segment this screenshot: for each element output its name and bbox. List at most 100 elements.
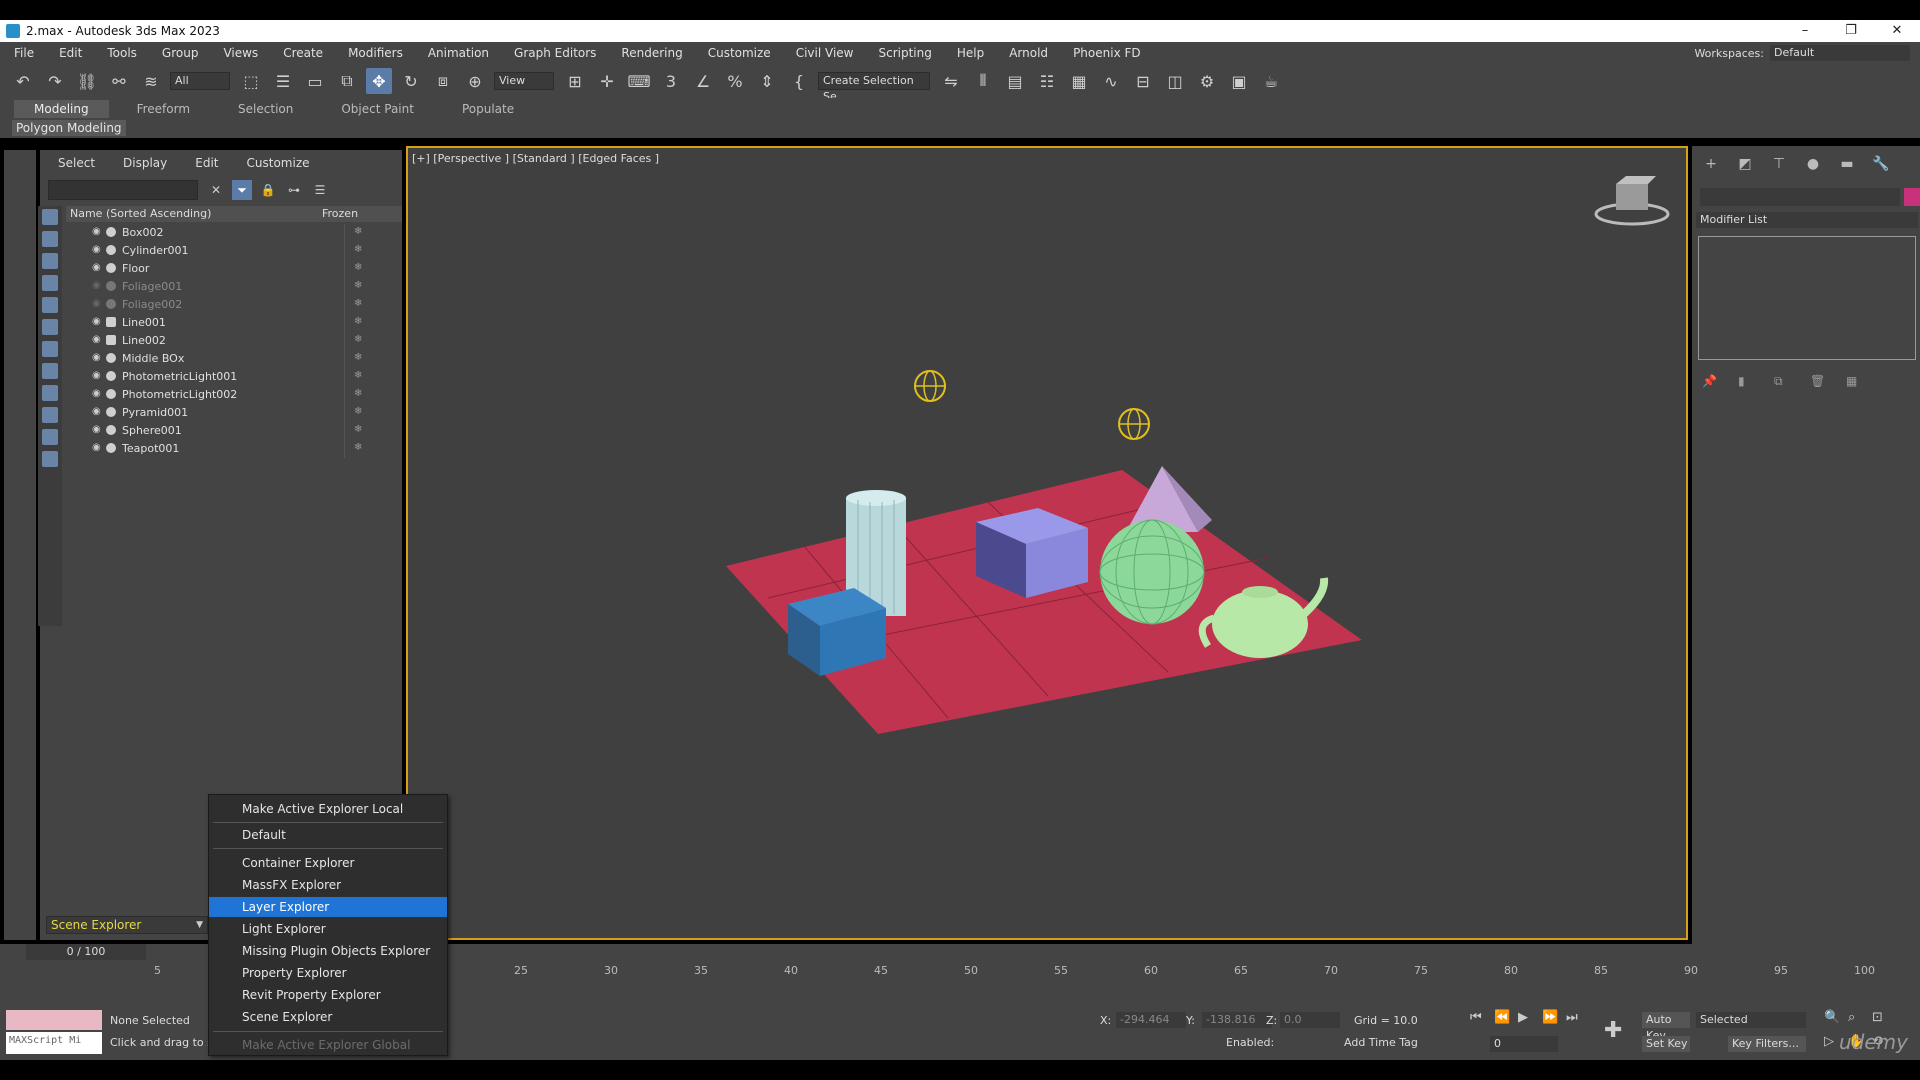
make-unique-icon[interactable]: ⧉ bbox=[1774, 374, 1794, 390]
workspaces-dropdown[interactable]: Default bbox=[1770, 45, 1910, 61]
menu-rendering[interactable]: Rendering bbox=[607, 46, 693, 60]
menu-item-layer-explorer[interactable]: Layer Explorer bbox=[209, 897, 447, 917]
show-end-result-icon[interactable]: ▮ bbox=[1738, 374, 1758, 390]
create-tab-icon[interactable]: + bbox=[1700, 156, 1722, 174]
display-spacewarps-icon[interactable] bbox=[42, 319, 58, 335]
zoom-extents-icon[interactable]: ⊡ bbox=[1872, 1010, 1883, 1025]
keyboard-shortcut-icon[interactable]: ⌨ bbox=[626, 68, 652, 94]
eye-icon[interactable]: ◉ bbox=[92, 334, 102, 345]
ribbon-tab-freeform[interactable]: Freeform bbox=[117, 100, 210, 118]
menu-item-scene-explorer[interactable]: Scene Explorer bbox=[209, 1007, 447, 1027]
display-groups-icon[interactable] bbox=[42, 341, 58, 357]
hierarchy-tab-icon[interactable]: ⊤ bbox=[1768, 156, 1790, 174]
explorer-search-input[interactable] bbox=[48, 180, 198, 200]
undo-icon[interactable]: ↶ bbox=[10, 68, 36, 94]
curve-editor-icon[interactable]: ∿ bbox=[1098, 68, 1124, 94]
list-item[interactable]: ◉ Floor ❄ bbox=[66, 260, 402, 278]
eye-icon[interactable]: ◉ bbox=[92, 424, 102, 435]
menu-item-revit-property-explorer[interactable]: Revit Property Explorer bbox=[209, 985, 447, 1005]
list-item[interactable]: ◉ Box002 ❄ bbox=[66, 224, 402, 242]
menu-phoenix-fd[interactable]: Phoenix FD bbox=[1059, 46, 1152, 60]
motion-tab-icon[interactable]: ● bbox=[1802, 156, 1824, 174]
utilities-tab-icon[interactable]: 🔧 bbox=[1870, 156, 1892, 174]
render-setup-icon[interactable]: ⚙ bbox=[1194, 68, 1220, 94]
frozen-icon[interactable]: ❄ bbox=[354, 370, 362, 381]
select-scale-icon[interactable]: ⧈ bbox=[430, 68, 456, 94]
window-crossing-icon[interactable]: ⧉ bbox=[334, 68, 360, 94]
ribbon-tab-object-paint[interactable]: Object Paint bbox=[321, 100, 434, 118]
display-hidden-icon[interactable] bbox=[42, 451, 58, 467]
eye-icon[interactable]: ◉ bbox=[92, 262, 102, 273]
redo-icon[interactable]: ↷ bbox=[42, 68, 68, 94]
named-selection-dropdown[interactable]: Create Selection Se bbox=[818, 72, 930, 103]
menu-group[interactable]: Group bbox=[148, 46, 210, 60]
eye-icon[interactable]: ◉ bbox=[92, 280, 102, 291]
field-of-view-icon[interactable]: ▷ bbox=[1824, 1034, 1834, 1049]
display-geometry-icon[interactable] bbox=[42, 209, 58, 225]
name-column-header[interactable]: Name (Sorted Ascending) bbox=[70, 207, 211, 220]
clear-search-icon[interactable]: ✕ bbox=[206, 180, 226, 200]
add-time-tag-button[interactable]: Add Time Tag bbox=[1344, 1036, 1418, 1049]
time-slider[interactable]: 0 / 100 bbox=[26, 944, 146, 960]
list-item[interactable]: ◉ Foliage001 ❄ bbox=[66, 278, 402, 296]
menu-animation[interactable]: Animation bbox=[414, 46, 500, 60]
lock-icon[interactable]: 🔒 bbox=[258, 180, 278, 200]
menu-item-container-explorer[interactable]: Container Explorer bbox=[209, 853, 447, 873]
menu-item-make-active-explorer-local[interactable]: Make Active Explorer Local bbox=[209, 799, 447, 819]
scene-explorer-icon[interactable]: ▤ bbox=[1002, 68, 1028, 94]
object-color-swatch[interactable] bbox=[1904, 188, 1920, 206]
maximize-button[interactable]: ❐ bbox=[1828, 20, 1874, 42]
unlink-icon[interactable]: ⚯ bbox=[106, 68, 132, 94]
layer-icon[interactable]: ☰ bbox=[310, 180, 330, 200]
rendered-frame-window-icon[interactable]: ▣ bbox=[1226, 68, 1252, 94]
rect-selection-icon[interactable]: ▭ bbox=[302, 68, 328, 94]
pivot-center-icon[interactable]: ⊞ bbox=[562, 68, 588, 94]
mirror-icon[interactable]: ⇋ bbox=[938, 68, 964, 94]
menu-item-missing-plugin-objects-explorer[interactable]: Missing Plugin Objects Explorer bbox=[209, 941, 447, 961]
schematic-view-icon[interactable]: ⊟ bbox=[1130, 68, 1156, 94]
percent-snap-icon[interactable]: % bbox=[722, 68, 748, 94]
eye-icon[interactable]: ◉ bbox=[92, 244, 102, 255]
zoom-icon[interactable]: 🔍 bbox=[1824, 1010, 1840, 1025]
frozen-icon[interactable]: ❄ bbox=[354, 316, 362, 327]
perspective-viewport[interactable]: [+] [Perspective ] [Standard ] [Edged Fa… bbox=[406, 146, 1688, 940]
next-frame-icon[interactable]: ⏩ bbox=[1542, 1010, 1558, 1025]
material-editor-icon[interactable]: ◫ bbox=[1162, 68, 1188, 94]
modify-tab-icon[interactable]: ◩ bbox=[1734, 156, 1756, 174]
menu-create[interactable]: Create bbox=[269, 46, 334, 60]
minimize-button[interactable]: – bbox=[1782, 20, 1828, 42]
angle-snap-icon[interactable]: ∠ bbox=[690, 68, 716, 94]
select-rotate-icon[interactable]: ↻ bbox=[398, 68, 424, 94]
menu-customize[interactable]: Customize bbox=[694, 46, 782, 60]
display-tab-icon[interactable]: ▬ bbox=[1836, 156, 1858, 174]
spinner-snap-icon[interactable]: ⇕ bbox=[754, 68, 780, 94]
filter-icon[interactable]: ⏷ bbox=[232, 180, 252, 200]
x-coordinate-field[interactable]: -294.464 bbox=[1116, 1012, 1186, 1028]
list-item[interactable]: ◉ Middle BOx ❄ bbox=[66, 350, 402, 368]
eye-icon[interactable]: ◉ bbox=[92, 370, 102, 381]
menu-civil-view[interactable]: Civil View bbox=[782, 46, 865, 60]
toggle-ribbon-icon[interactable]: ▦ bbox=[1066, 68, 1092, 94]
display-frozen-icon[interactable] bbox=[42, 429, 58, 445]
display-lights-icon[interactable] bbox=[42, 253, 58, 269]
menu-item-light-explorer[interactable]: Light Explorer bbox=[209, 919, 447, 939]
display-shapes-icon[interactable] bbox=[42, 231, 58, 247]
polygon-modeling-panel[interactable]: Polygon Modeling bbox=[12, 120, 126, 136]
list-item[interactable]: ◉ Line001 ❄ bbox=[66, 314, 402, 332]
previous-frame-icon[interactable]: ⏪ bbox=[1494, 1010, 1510, 1025]
frozen-icon[interactable]: ❄ bbox=[354, 262, 362, 273]
list-item[interactable]: ◉ Foliage002 ❄ bbox=[66, 296, 402, 314]
list-item[interactable]: ◉ Sphere001 ❄ bbox=[66, 422, 402, 440]
list-item[interactable]: ◉ Pyramid001 ❄ bbox=[66, 404, 402, 422]
select-move-icon[interactable]: ✥ bbox=[366, 68, 392, 94]
y-coordinate-field[interactable]: -138.816 bbox=[1202, 1012, 1272, 1028]
maxscript-mini-listener[interactable]: MAXScript Mi bbox=[6, 1032, 102, 1054]
configure-modifier-sets-icon[interactable]: ▦ bbox=[1846, 374, 1866, 390]
frozen-icon[interactable]: ❄ bbox=[354, 280, 362, 291]
frozen-icon[interactable]: ❄ bbox=[354, 424, 362, 435]
explorer-menu-customize[interactable]: Customize bbox=[229, 154, 320, 172]
list-item[interactable]: ◉ Line002 ❄ bbox=[66, 332, 402, 350]
frozen-icon[interactable]: ❄ bbox=[354, 388, 362, 399]
frozen-icon[interactable]: ❄ bbox=[354, 244, 362, 255]
explorer-menu-edit[interactable]: Edit bbox=[177, 154, 228, 172]
